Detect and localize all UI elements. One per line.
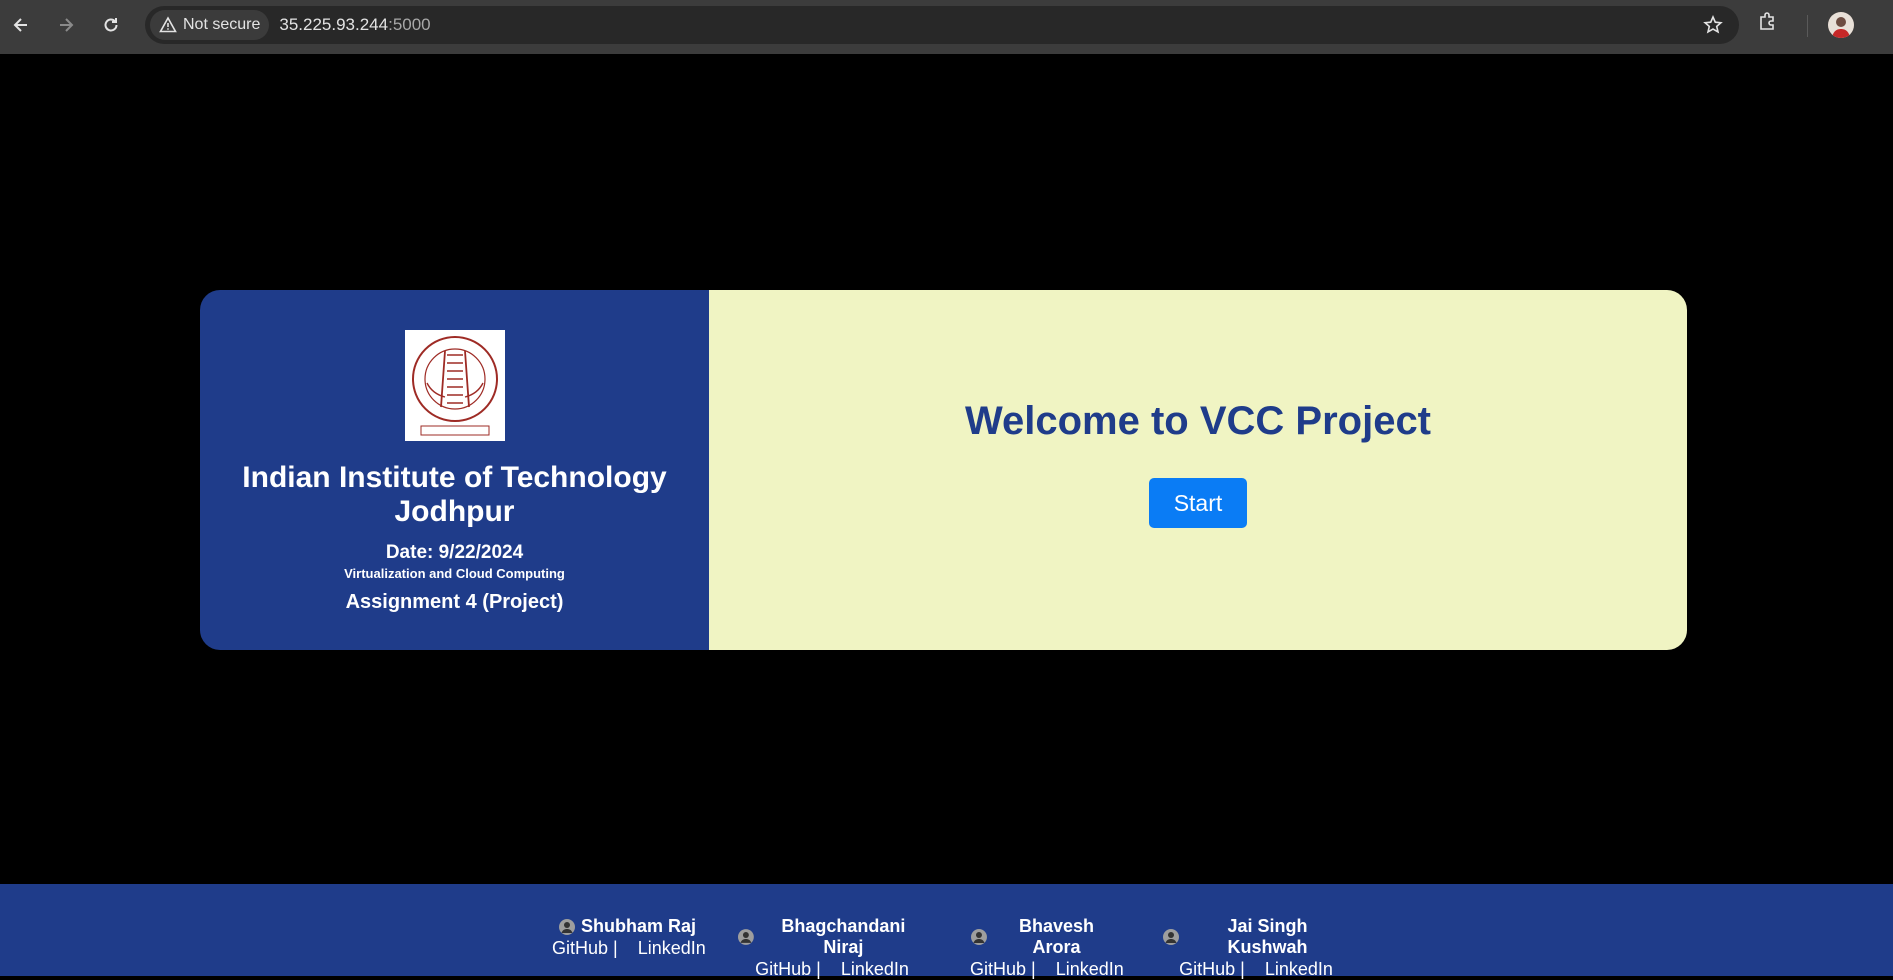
github-link[interactable]: GitHub | (1179, 959, 1245, 979)
back-button[interactable] (6, 10, 36, 40)
linkedin-link[interactable]: LinkedIn (638, 938, 706, 958)
linkedin-link[interactable]: LinkedIn (841, 959, 909, 979)
member-links: GitHub | LinkedIn (552, 938, 706, 959)
profile-avatar[interactable] (1828, 12, 1854, 38)
team-footer: Shubham Raj GitHub | LinkedIn Bhagchanda… (0, 884, 1893, 979)
forward-arrow-icon (60, 18, 74, 32)
forward-button[interactable] (51, 10, 81, 40)
reload-icon (104, 18, 118, 32)
institute-name: Indian Institute of Technology Jodhpur (242, 461, 667, 528)
member-links: GitHub | LinkedIn (737, 959, 927, 980)
assignment-title: Assignment 4 (Project) (345, 591, 564, 613)
date-text: Date: 9/22/2024 (385, 542, 524, 563)
user-icon (737, 929, 754, 945)
user-icon (558, 918, 575, 935)
puzzle-icon (1760, 12, 1774, 30)
welcome-card: Indian Institute of Technology Jodhpur D… (200, 290, 1687, 650)
institute-panel: Indian Institute of Technology Jodhpur D… (200, 290, 709, 650)
iitj-logo (404, 330, 505, 441)
url-text[interactable]: 35.225.93.244:5000 (279, 15, 430, 35)
address-bar[interactable]: Not secure 35.225.93.244:5000 (145, 6, 1739, 44)
member-name-row: Shubham Raj (552, 916, 702, 937)
extensions-button[interactable] (1757, 10, 1779, 32)
linkedin-link[interactable]: LinkedIn (1056, 959, 1124, 979)
welcome-heading: Welcome to VCC Project (964, 399, 1432, 443)
member-card: Bhavesh Arora GitHub | LinkedIn (970, 916, 1124, 980)
reload-button[interactable] (96, 10, 126, 40)
profile-picture-icon (1828, 12, 1854, 38)
member-links: GitHub | LinkedIn (1162, 959, 1350, 980)
start-button[interactable]: Start (1149, 478, 1247, 528)
url-host: 35.225.93.244 (279, 15, 389, 34)
browser-toolbar: Not secure 35.225.93.244:5000 (0, 0, 1893, 54)
warning-icon (159, 16, 177, 33)
toolbar-divider (1807, 15, 1808, 37)
linkedin-link[interactable]: LinkedIn (1265, 959, 1333, 979)
institute-seal-icon (411, 335, 498, 435)
back-arrow-icon (13, 18, 27, 32)
member-name: Bhavesh Arora (1018, 916, 1094, 957)
page-body: Indian Institute of Technology Jodhpur D… (0, 54, 1893, 979)
member-card: Jai Singh Kushwah GitHub | LinkedIn (1162, 916, 1350, 980)
url-port: :5000 (388, 15, 431, 34)
user-icon (970, 929, 987, 945)
member-name: Jai Singh Kushwah (1227, 916, 1308, 957)
member-card: Shubham Raj GitHub | LinkedIn (552, 916, 706, 959)
bookmark-star-icon[interactable] (1703, 15, 1723, 35)
member-links: GitHub | LinkedIn (970, 959, 1124, 980)
member-name: Shubham Raj (580, 916, 696, 936)
member-card: Bhagchandani Niraj GitHub | LinkedIn (737, 916, 927, 980)
member-name-row: Jai Singh Kushwah (1162, 916, 1350, 958)
security-chip[interactable]: Not secure (150, 10, 270, 40)
github-link[interactable]: GitHub | (755, 959, 821, 979)
user-icon (1163, 929, 1179, 945)
course-name: Virtualization and Cloud Computing (344, 566, 565, 581)
security-label: Not secure (183, 16, 261, 33)
welcome-panel: Welcome to VCC Project Start (709, 290, 1687, 650)
member-name-row: Bhagchandani Niraj (737, 916, 927, 958)
github-link[interactable]: GitHub | (970, 959, 1036, 979)
member-name-row: Bhavesh Arora (970, 916, 1120, 958)
github-link[interactable]: GitHub | (552, 938, 618, 958)
member-name: Bhagchandani Niraj (781, 916, 906, 957)
